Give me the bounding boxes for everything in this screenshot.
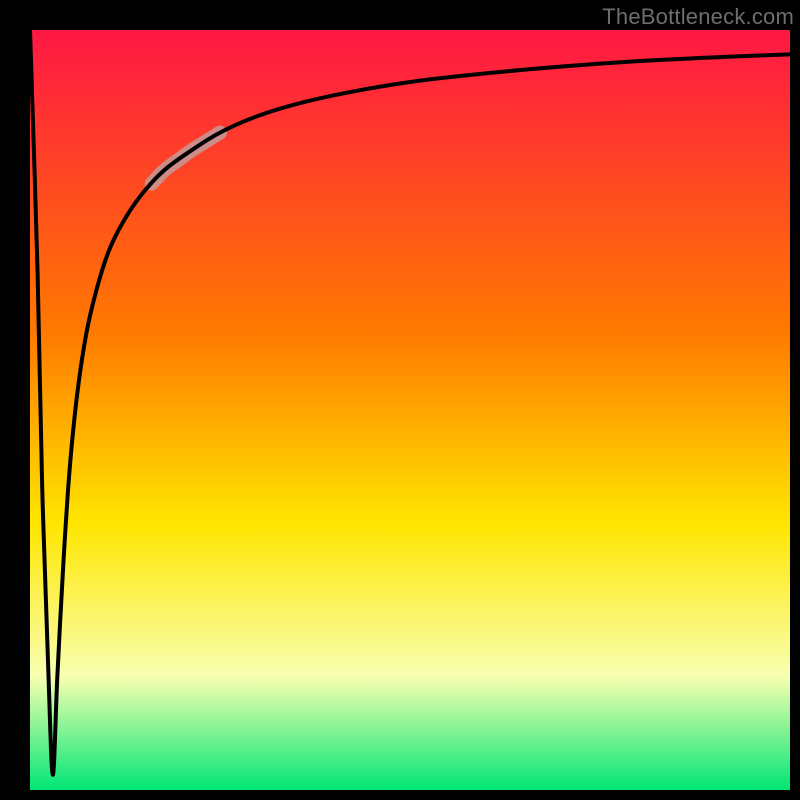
chart-svg: [30, 30, 790, 790]
plot-area: [30, 30, 790, 790]
watermark-text: TheBottleneck.com: [602, 4, 794, 30]
gradient-background: [30, 30, 790, 790]
chart-frame: TheBottleneck.com: [0, 0, 800, 800]
